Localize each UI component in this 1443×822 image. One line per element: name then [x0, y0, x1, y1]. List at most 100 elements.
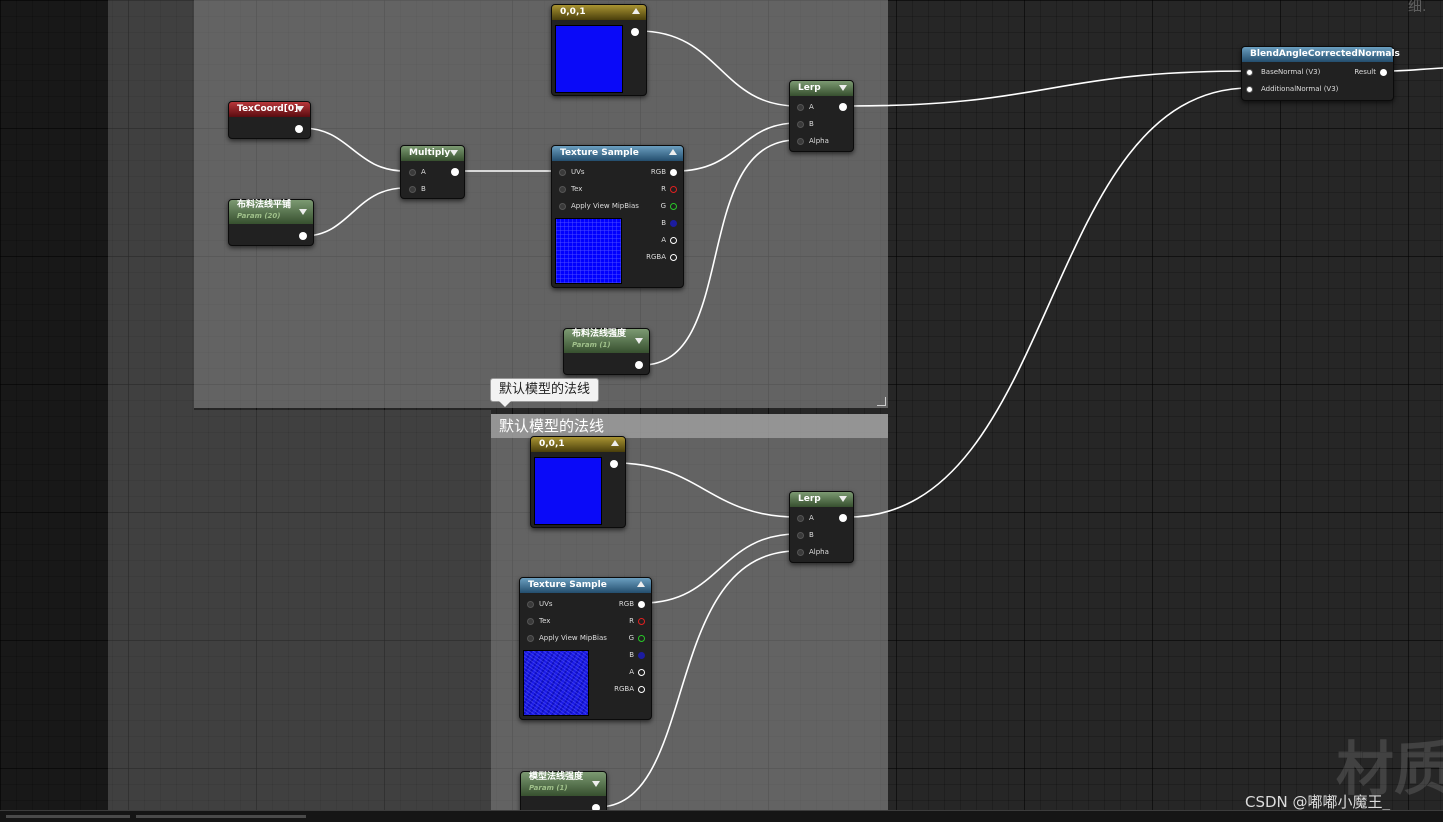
node-title: Multiply	[409, 148, 451, 158]
node-header[interactable]: Lerp	[790, 81, 853, 96]
output-pin[interactable]	[635, 361, 643, 369]
output-pin-rgb[interactable]: RGB	[651, 168, 677, 177]
multiply-node[interactable]: Multiply A B	[400, 145, 465, 199]
output-pin[interactable]	[610, 460, 618, 468]
input-pin-apply-view-mipbias[interactable]: Apply View MipBias	[527, 634, 607, 643]
input-pin-b[interactable]: B	[797, 120, 814, 129]
output-pin-result[interactable]: Result	[1354, 68, 1387, 77]
input-pin-tex[interactable]: Tex	[527, 617, 550, 626]
lerp-node[interactable]: Lerp A B Alpha	[789, 80, 854, 152]
wire-texcoord-to-multiply-a	[301, 127, 406, 172]
param-fabric-normal-strength-node[interactable]: 布料法线强度 Param (1)	[563, 328, 650, 375]
node-title: BlendAngleCorrectedNormals	[1250, 49, 1400, 59]
node-subtitle: Param (20)	[237, 212, 281, 220]
texture-preview	[523, 650, 589, 716]
wire-texture-rgb-to-lerp-b	[675, 122, 798, 172]
input-pin-uvs[interactable]: UVs	[559, 168, 585, 177]
blend-angle-corrected-normals-node[interactable]: BlendAngleCorrectedNormals BaseNormal (V…	[1241, 46, 1400, 101]
node-title: 0,0,1	[560, 7, 586, 17]
node-header[interactable]: Texture Sample	[520, 578, 651, 593]
node-header[interactable]: 模型法线强度 Param (1)	[521, 772, 606, 796]
output-pin-rgb[interactable]: RGB	[619, 600, 645, 609]
wire-const-bottom-to-lerp-a	[615, 462, 798, 518]
color-preview	[555, 25, 623, 93]
node-title: Lerp	[798, 83, 821, 93]
collapse-arrow-icon[interactable]	[839, 85, 847, 91]
input-pin-b[interactable]: B	[797, 531, 814, 540]
node-subtitle: Param (1)	[529, 784, 568, 792]
node-title: Lerp	[798, 494, 821, 504]
output-pin-b[interactable]: B	[629, 651, 645, 660]
node-header[interactable]: 布料法线强度 Param (1)	[564, 329, 649, 353]
output-pin[interactable]	[295, 125, 303, 133]
node-header[interactable]: Multiply	[401, 146, 464, 161]
collapse-arrow-icon[interactable]	[299, 209, 307, 215]
node-header[interactable]: Texture Sample	[552, 146, 683, 161]
input-pin-alpha[interactable]: Alpha	[797, 548, 829, 557]
output-pin-rgba[interactable]: RGBA	[646, 253, 677, 262]
output-pin-g[interactable]: G	[661, 202, 677, 211]
texcoord-node[interactable]: TexCoord[0]	[228, 101, 311, 139]
output-pin-b[interactable]: B	[661, 219, 677, 228]
input-pin-a[interactable]: A	[797, 103, 814, 112]
texture-preview	[555, 218, 622, 284]
node-header[interactable]: 布料法线平铺 Param (20)	[229, 200, 313, 224]
wire-layer	[301, 30, 1443, 808]
collapse-arrow-icon[interactable]	[637, 581, 645, 587]
color-preview	[534, 457, 602, 525]
wire-blend-result-out	[1385, 67, 1443, 72]
output-pin-a[interactable]: A	[629, 668, 645, 677]
input-pin-alpha[interactable]: Alpha	[797, 137, 829, 146]
material-graph-canvas[interactable]: 默认模型的法线 细.⁠ 0,0,1 TexCoord[0] Multip	[0, 0, 1443, 821]
input-pin-a[interactable]: A	[797, 514, 814, 523]
input-pin-additional-normal[interactable]: AdditionalNormal (V3)	[1246, 85, 1338, 94]
comment-tooltip: 默认模型的法线	[490, 378, 600, 407]
scrollbar-track-segment	[136, 815, 306, 818]
input-pin-uvs[interactable]: UVs	[527, 600, 553, 609]
collapse-arrow-icon[interactable]	[450, 150, 458, 156]
wire-lerp-bottom-to-blend-additional	[847, 87, 1251, 518]
collapse-arrow-icon[interactable]	[611, 440, 619, 446]
node-header[interactable]: 0,0,1	[552, 5, 646, 20]
output-pin-g[interactable]: G	[629, 634, 645, 643]
output-pin-a[interactable]: A	[661, 236, 677, 245]
collapse-arrow-icon[interactable]	[296, 106, 304, 112]
constant-vector-node[interactable]: 0,0,1	[551, 4, 647, 96]
output-pin[interactable]	[451, 168, 459, 176]
wire-const-to-lerp-a	[638, 30, 798, 107]
author-credit: CSDN @嘟嘟小魔王_	[1245, 793, 1391, 811]
texture-sample-node[interactable]: Texture Sample UVs Tex Apply View MipBia…	[519, 577, 652, 720]
output-pin[interactable]	[299, 232, 307, 240]
input-pin-b[interactable]: B	[409, 185, 426, 194]
node-header[interactable]: Lerp	[790, 492, 853, 507]
scrollbar-thumb[interactable]	[6, 815, 130, 818]
input-pin-a[interactable]: A	[409, 168, 426, 177]
output-pin-r[interactable]: R	[629, 617, 645, 626]
node-header[interactable]: BlendAngleCorrectedNormals	[1242, 47, 1400, 62]
texture-sample-node[interactable]: Texture Sample UVs Tex Apply View MipBia…	[551, 145, 684, 288]
node-header[interactable]: TexCoord[0]	[229, 102, 310, 117]
collapse-arrow-icon[interactable]	[632, 8, 640, 14]
input-pin-tex[interactable]: Tex	[559, 185, 582, 194]
node-title: Texture Sample	[528, 580, 607, 590]
wire-tiling-to-multiply-b	[303, 187, 406, 237]
output-pin[interactable]	[839, 514, 847, 522]
constant-vector-node[interactable]: 0,0,1	[530, 436, 626, 528]
output-pin[interactable]	[839, 103, 847, 111]
node-header[interactable]: 0,0,1	[531, 437, 625, 452]
output-pin-r[interactable]: R	[661, 185, 677, 194]
output-pin-rgba[interactable]: RGBA	[614, 685, 645, 694]
wire-texture-bottom-rgb-to-lerp-b	[642, 533, 798, 604]
node-subtitle: Param (1)	[572, 341, 611, 349]
node-title: Texture Sample	[560, 148, 639, 158]
input-pin-base-normal[interactable]: BaseNormal (V3)	[1246, 68, 1320, 77]
collapse-arrow-icon[interactable]	[839, 496, 847, 502]
collapse-arrow-icon[interactable]	[592, 781, 600, 787]
output-pin[interactable]	[631, 28, 639, 36]
param-fabric-normal-tiling-node[interactable]: 布料法线平铺 Param (20)	[228, 199, 314, 246]
bottom-scrollbar[interactable]	[0, 810, 1443, 822]
collapse-arrow-icon[interactable]	[635, 338, 643, 344]
input-pin-apply-view-mipbias[interactable]: Apply View MipBias	[559, 202, 639, 211]
collapse-arrow-icon[interactable]	[669, 149, 677, 155]
lerp-node[interactable]: Lerp A B Alpha	[789, 491, 854, 563]
